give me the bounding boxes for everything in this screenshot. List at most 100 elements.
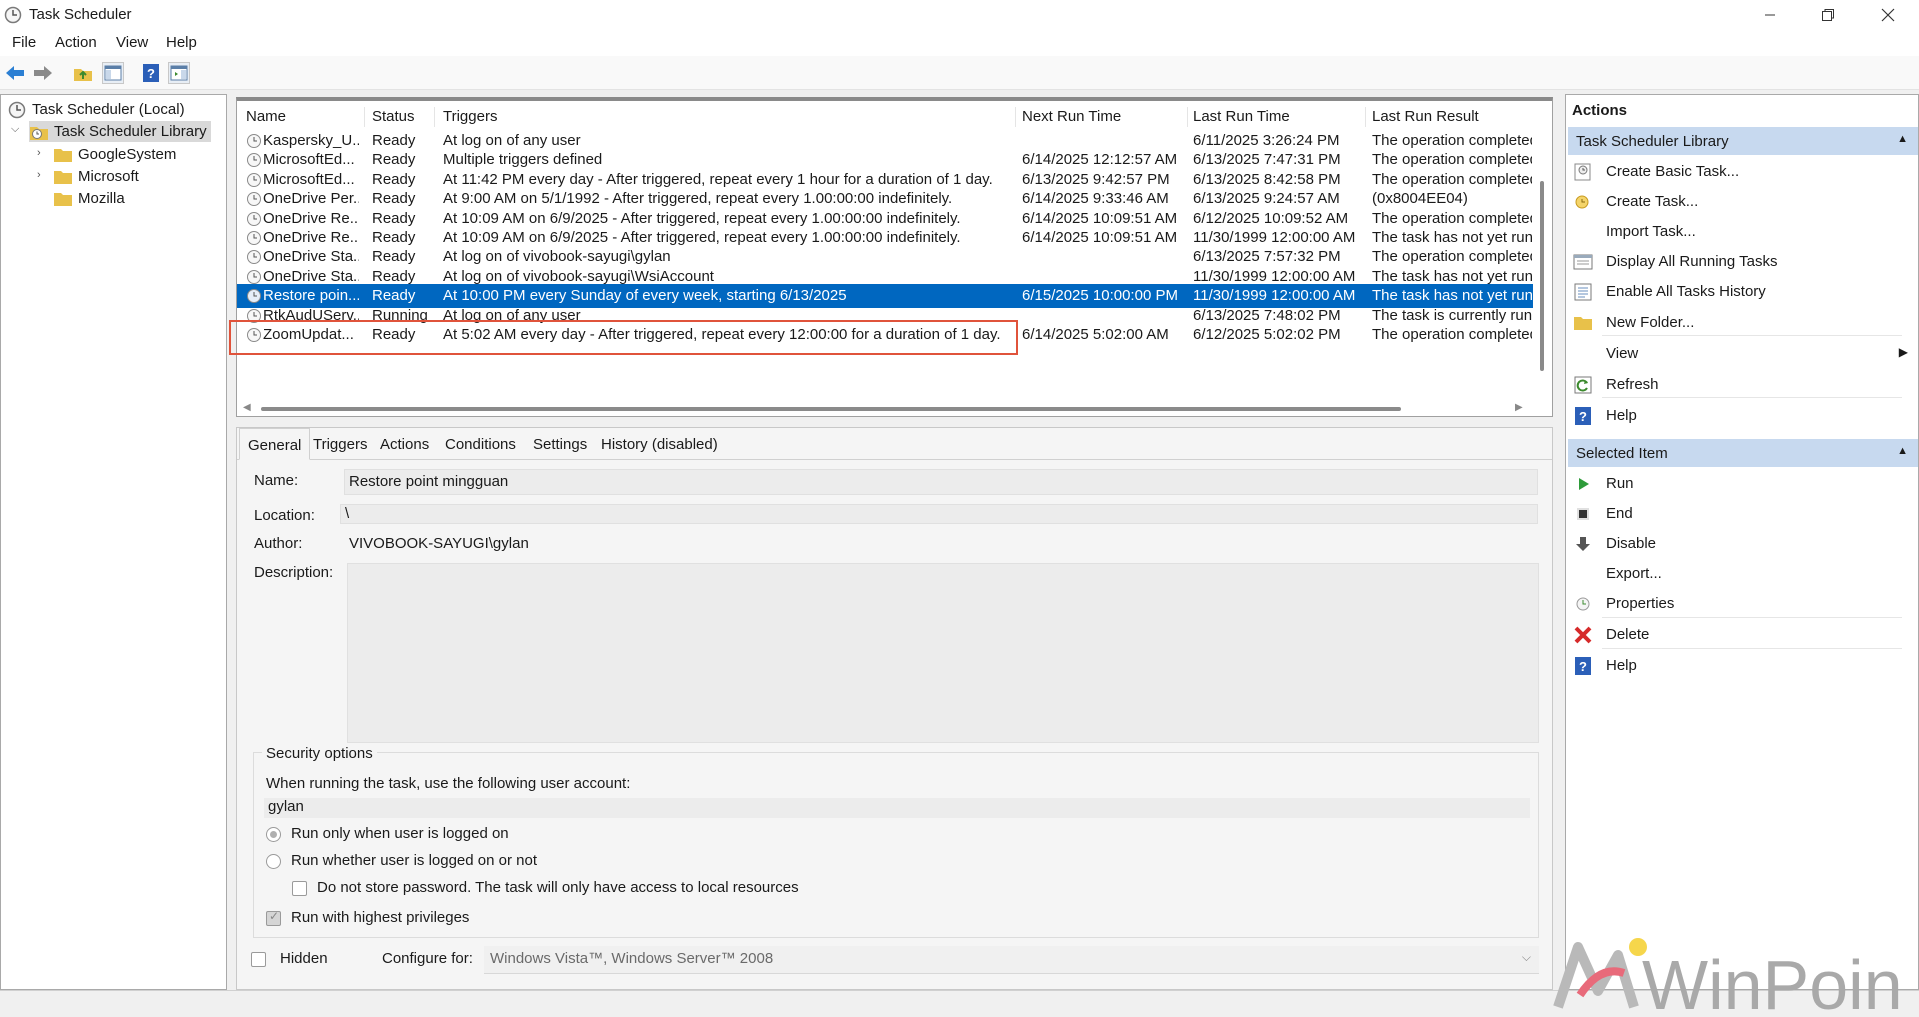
task-clock-icon <box>247 308 261 323</box>
show-hide-action-pane-button[interactable] <box>168 62 190 84</box>
action-end[interactable]: End <box>1566 499 1916 529</box>
clock-icon <box>7 101 27 119</box>
table-row[interactable]: ZoomUpdat... Ready At 5:02 AM every day - … <box>237 323 1533 347</box>
column-header-next-run[interactable]: Next Run Time <box>1022 108 1121 125</box>
chevron-down-icon[interactable]: ⌵ <box>11 123 19 136</box>
task-last-run: 11/30/1999 12:00:00 AM <box>1193 267 1356 285</box>
radio-run-only-label: Run only when user is logged on <box>291 825 509 842</box>
column-separator[interactable] <box>364 107 365 127</box>
action-create-task[interactable]: Create Task... <box>1566 187 1916 217</box>
action-run[interactable]: Run <box>1566 469 1916 499</box>
action-properties[interactable]: Properties <box>1566 589 1916 619</box>
task-last-run: 11/30/1999 12:00:00 AM <box>1193 287 1356 305</box>
task-next-run: 6/15/2025 10:00:00 PM <box>1022 287 1178 305</box>
column-header-last-result[interactable]: Last Run Result <box>1372 108 1479 125</box>
scroll-thumb[interactable] <box>261 407 1401 411</box>
action-help-library[interactable]: ? Help <box>1566 401 1916 431</box>
action-refresh[interactable]: Refresh <box>1566 370 1916 400</box>
minimize-button[interactable] <box>1742 0 1798 30</box>
folder-icon <box>53 146 73 164</box>
console-tree: Task Scheduler (Local) ⌵ Task Scheduler … <box>0 94 227 990</box>
task-last-run: 6/13/2025 7:57:32 PM <box>1193 248 1341 266</box>
tab-general[interactable]: General <box>239 428 311 460</box>
create-task-icon <box>1573 192 1593 212</box>
column-header-last-run[interactable]: Last Run Time <box>1193 108 1290 125</box>
task-name: Restore poin... <box>263 287 359 305</box>
task-last-result: The task has not yet run. <box>1372 267 1532 285</box>
tree-item-library[interactable]: Task Scheduler Library <box>29 121 211 142</box>
task-last-run: 6/12/2025 10:09:52 AM <box>1193 209 1349 227</box>
action-display-running-tasks[interactable]: Display All Running Tasks <box>1566 247 1916 277</box>
task-status: Ready <box>372 209 416 227</box>
hidden-checkbox[interactable] <box>251 952 266 967</box>
tree-item-microsoft[interactable]: Microsoft <box>53 166 139 187</box>
task-triggers: At 10:00 PM every Sunday of every week, … <box>443 287 847 305</box>
section-selected-item[interactable]: Selected Item ▲ <box>1568 439 1918 467</box>
horizontal-scrollbar[interactable]: ◀ ▶ <box>237 401 1533 416</box>
action-help-selected[interactable]: ? Help <box>1566 651 1916 681</box>
tab-triggers[interactable]: Triggers <box>313 436 367 453</box>
scroll-right-icon[interactable]: ▶ <box>1515 402 1523 413</box>
action-new-folder[interactable]: New Folder... <box>1566 308 1916 338</box>
help-button[interactable]: ? <box>140 62 162 84</box>
column-separator[interactable] <box>434 107 435 127</box>
action-enable-tasks-history[interactable]: Enable All Tasks History <box>1566 277 1916 307</box>
name-field[interactable]: Restore point mingguan <box>344 469 1538 495</box>
column-header-name[interactable]: Name <box>246 108 286 125</box>
menu-file[interactable]: File <box>12 34 36 51</box>
section-task-scheduler-library[interactable]: Task Scheduler Library ▲ <box>1568 127 1918 155</box>
do-not-store-password-checkbox[interactable] <box>292 881 307 896</box>
menu-bar: File Action View Help <box>0 30 1919 56</box>
vertical-scrollbar[interactable] <box>1534 101 1552 401</box>
action-label: Run <box>1606 475 1634 492</box>
menu-help[interactable]: Help <box>166 34 197 51</box>
window-title: Task Scheduler <box>29 6 132 23</box>
task-last-result: The task is currently runn <box>1372 306 1532 324</box>
tab-conditions[interactable]: Conditions <box>445 436 516 453</box>
toolbar: ? <box>0 56 1919 90</box>
chevron-right-icon[interactable]: › <box>37 169 41 181</box>
chevron-right-icon[interactable]: › <box>37 147 41 159</box>
scroll-thumb[interactable] <box>1540 181 1544 371</box>
configure-for-label: Configure for: <box>382 950 473 967</box>
restore-button[interactable] <box>1800 0 1856 30</box>
description-field[interactable] <box>347 563 1539 743</box>
radio-run-only-logged-on[interactable] <box>266 827 281 842</box>
tree-folder-label: Mozilla <box>78 190 125 207</box>
collapse-icon[interactable]: ▲ <box>1897 133 1908 145</box>
highest-privileges-checkbox[interactable] <box>266 909 281 926</box>
tab-history[interactable]: History (disabled) <box>601 436 718 453</box>
configure-for-select[interactable]: Windows Vista™, Windows Server™ 2008 ⌵ <box>484 946 1539 974</box>
up-folder-button[interactable] <box>72 62 94 84</box>
column-separator[interactable] <box>1365 107 1366 127</box>
collapse-icon[interactable]: ▲ <box>1897 445 1908 457</box>
tab-settings[interactable]: Settings <box>533 436 587 453</box>
show-hide-tree-button[interactable] <box>102 62 124 84</box>
task-list: Name Status Triggers Next Run Time Last … <box>236 97 1553 417</box>
action-export[interactable]: Export... <box>1566 559 1916 589</box>
back-button[interactable] <box>4 62 26 84</box>
task-clock-icon <box>247 250 261 265</box>
radio-run-whether[interactable] <box>266 854 281 869</box>
action-delete[interactable]: Delete <box>1566 620 1916 650</box>
tree-item-mozilla[interactable]: Mozilla <box>53 188 125 209</box>
action-view[interactable]: View ▶ <box>1566 339 1916 369</box>
divider <box>1602 617 1902 618</box>
tab-actions[interactable]: Actions <box>380 436 429 453</box>
tree-item-root[interactable]: Task Scheduler (Local) <box>7 99 185 120</box>
scroll-left-icon[interactable]: ◀ <box>243 402 251 413</box>
menu-view[interactable]: View <box>116 34 148 51</box>
column-header-status[interactable]: Status <box>372 108 415 125</box>
menu-action[interactable]: Action <box>55 34 97 51</box>
action-create-basic-task[interactable]: Create Basic Task... <box>1566 157 1916 187</box>
close-button[interactable] <box>1860 0 1916 30</box>
tree-folder-label: GoogleSystem <box>78 146 177 163</box>
action-disable[interactable]: Disable <box>1566 529 1916 559</box>
forward-button[interactable] <box>32 62 54 84</box>
action-import-task[interactable]: Import Task... <box>1566 217 1916 247</box>
column-separator[interactable] <box>1187 107 1188 127</box>
tree-item-googlesystem[interactable]: GoogleSystem <box>53 144 176 165</box>
column-separator[interactable] <box>1015 107 1016 127</box>
column-header-triggers[interactable]: Triggers <box>443 108 497 125</box>
action-label: View <box>1606 345 1639 362</box>
